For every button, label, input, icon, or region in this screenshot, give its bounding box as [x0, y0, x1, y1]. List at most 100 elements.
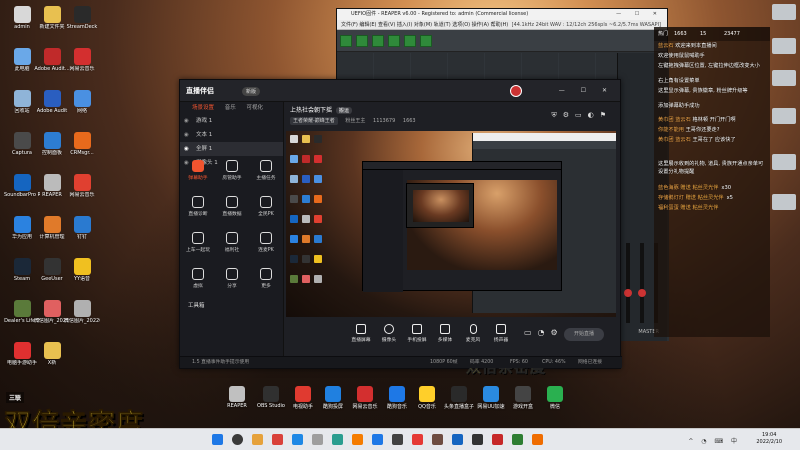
reaper-tool-icon[interactable] [372, 35, 384, 47]
reaper-tool-icon[interactable] [340, 35, 352, 47]
eye-icon[interactable]: ◉ [184, 142, 189, 156]
screen-capture-button[interactable]: 直播屏幕 [348, 324, 374, 343]
dock-app[interactable]: 酷狗音乐 [380, 386, 414, 410]
desktop-icon[interactable]: X新 [34, 342, 70, 366]
app-taskbar-icon[interactable] [412, 434, 423, 445]
desktop-icon[interactable]: 微信图片_2022021... [64, 300, 100, 324]
chat-nick[interactable]: 黄巾团 蓝云石 [658, 117, 691, 123]
pan-knob[interactable] [638, 289, 646, 297]
file-explorer-icon[interactable] [252, 434, 263, 445]
dock-app[interactable]: 电视助手 [286, 386, 320, 410]
fader[interactable] [640, 243, 644, 323]
go-live-button[interactable]: 开始直播 [564, 328, 604, 341]
chat-nick[interactable]: 存储鹅灯灯 [658, 195, 684, 201]
fader[interactable] [626, 243, 630, 323]
app-taskbar-icon[interactable] [432, 434, 443, 445]
room-edit-button[interactable]: 搬运 [336, 107, 353, 114]
app-taskbar-icon[interactable] [472, 434, 483, 445]
stream-preview[interactable] [286, 131, 616, 317]
toolbox-item[interactable]: 直播诊断 [184, 196, 212, 217]
chat-nick[interactable]: 蓝色海豚 [658, 185, 679, 191]
desktop-icon[interactable]: 网易云音乐 [64, 48, 100, 72]
toolbox-item[interactable]: 全民PK [252, 196, 280, 217]
app-taskbar-icon[interactable] [532, 434, 543, 445]
extra-control-icons[interactable]: ▭◔⚙ [524, 328, 564, 337]
desktop-icon[interactable]: 钉钉 [64, 216, 100, 240]
desktop-icon[interactable]: StreamDeck [64, 6, 100, 30]
toolbox-item[interactable]: 房管助手 [218, 160, 246, 181]
app-taskbar-icon[interactable] [392, 434, 403, 445]
status-hint[interactable]: 1.5 直播事件助手提示使用 [192, 357, 249, 369]
desktop-icon[interactable]: 网络 [64, 90, 100, 114]
taskbar-clock[interactable]: 19:04 2022/2/10 [756, 432, 782, 446]
dock-app[interactable]: 酷狗投屏 [316, 386, 350, 410]
chat-header-left[interactable]: 热门 [658, 27, 668, 41]
dock-app[interactable]: 网易UU加速 [474, 386, 508, 410]
toolbox-item[interactable]: 分享 [218, 268, 246, 289]
phone-cast-button[interactable]: 手机投屏 [404, 324, 430, 343]
app-taskbar-icon[interactable] [452, 434, 463, 445]
toolbox-item[interactable]: 福利社 [218, 232, 246, 253]
tab-visual[interactable]: 可视化 [247, 105, 264, 111]
window-controls[interactable]: — ☐ ✕ [559, 87, 614, 94]
danmaku-chat-panel[interactable]: 热门 1663 15 23477 蓝云石 欢迎来到本直播间 欢迎使用鼠鼠喊助手 左键… [654, 27, 770, 337]
app-taskbar-icon[interactable] [272, 434, 283, 445]
app-taskbar-icon[interactable] [312, 434, 323, 445]
toolbox-item[interactable]: 更多 [252, 268, 280, 289]
tab-music[interactable]: 音乐 [225, 105, 236, 111]
reaper-menubar[interactable]: 文件(F) 编辑(E) 查看(V) 插入(I) 对象(M) 轨道(T) 选项(O… [337, 20, 667, 30]
tab-scene-settings[interactable]: 场景设置 [192, 105, 214, 111]
speaker-button[interactable]: 扬声器 [488, 324, 514, 343]
dock-app[interactable]: OBS Studio [254, 386, 288, 409]
scene-item[interactable]: ◉ 文本 1 [180, 128, 283, 142]
scene-item-active[interactable]: ◉ 全屏 1 [180, 142, 283, 156]
desktop-icon[interactable]: 网易云音乐 [64, 174, 100, 198]
desktop-icon[interactable]: YY语音 [64, 258, 100, 282]
folder-icon[interactable] [772, 38, 796, 54]
edge-icon[interactable] [292, 434, 303, 445]
reaper-tool-icon[interactable] [356, 35, 368, 47]
search-icon[interactable] [232, 434, 243, 445]
reaper-toolbar[interactable] [337, 30, 667, 52]
toolbox-item[interactable]: 主播任务 [252, 160, 280, 181]
toolbox-item[interactable]: 虚拟 [184, 268, 212, 289]
reaper-tool-icon[interactable] [404, 35, 416, 47]
chat-nick[interactable]: 福利蛋蛋 [658, 205, 679, 211]
eye-icon[interactable]: ◉ [184, 114, 189, 128]
windows-start-icon[interactable] [212, 434, 223, 445]
app-taskbar-icon[interactable] [492, 434, 503, 445]
folder-icon[interactable] [772, 154, 796, 170]
reaper-tool-icon[interactable] [420, 35, 432, 47]
pan-knob[interactable] [624, 289, 632, 297]
microphone-button[interactable]: 麦克风 [460, 324, 486, 343]
dock-app[interactable]: 头条直播盒子 [442, 386, 476, 410]
version-badge[interactable]: 新版 [242, 87, 261, 96]
header-action-icons[interactable]: ⛨⚙▭◐⚑ [551, 111, 612, 120]
chat-nick[interactable]: 黄巾团 蓝云石 [658, 137, 691, 143]
eye-icon[interactable]: ◉ [184, 128, 189, 142]
folder-icon[interactable] [772, 70, 796, 86]
dock-app[interactable]: 微信 [538, 386, 572, 410]
dock-app[interactable]: REAPER [220, 386, 254, 409]
live-companion-window[interactable]: 直播伴侣 新版 — ☐ ✕ 场景设置 音乐 可视化 ◉ 游戏 1 ◉ 文本 1 ◉ 全… [179, 79, 622, 376]
camera-button[interactable]: 摄像头 [376, 324, 402, 343]
chat-nick[interactable]: 你能不能用 [658, 127, 684, 133]
dock-app[interactable]: 游戏开盒 [506, 386, 540, 410]
toolbox-item[interactable]: 连麦PK [252, 232, 280, 253]
folder-icon[interactable] [772, 4, 796, 20]
app-taskbar-icon[interactable] [512, 434, 523, 445]
category-tag[interactable]: 王者荣耀-巅峰王者 [290, 117, 338, 125]
app-taskbar-icon[interactable] [352, 434, 363, 445]
avatar[interactable] [510, 85, 522, 97]
media-button[interactable]: 多媒体 [432, 324, 458, 343]
app-taskbar-icon[interactable] [372, 434, 383, 445]
folder-icon[interactable] [772, 194, 796, 210]
toolbox-item[interactable]: 直播数据 [218, 196, 246, 217]
folder-icon[interactable] [772, 108, 796, 124]
reaper-titlebar[interactable]: UEFIO固件 - REAPER v6.00 - Registered to: … [337, 9, 667, 20]
scene-tabs[interactable]: 场景设置 音乐 可视化 [180, 102, 283, 114]
toolbox-item[interactable]: 弹幕助手 [184, 160, 212, 181]
reaper-tool-icon[interactable] [388, 35, 400, 47]
dock-app[interactable]: QQ音乐 [410, 386, 444, 410]
scene-item[interactable]: ◉ 游戏 1 [180, 114, 283, 128]
